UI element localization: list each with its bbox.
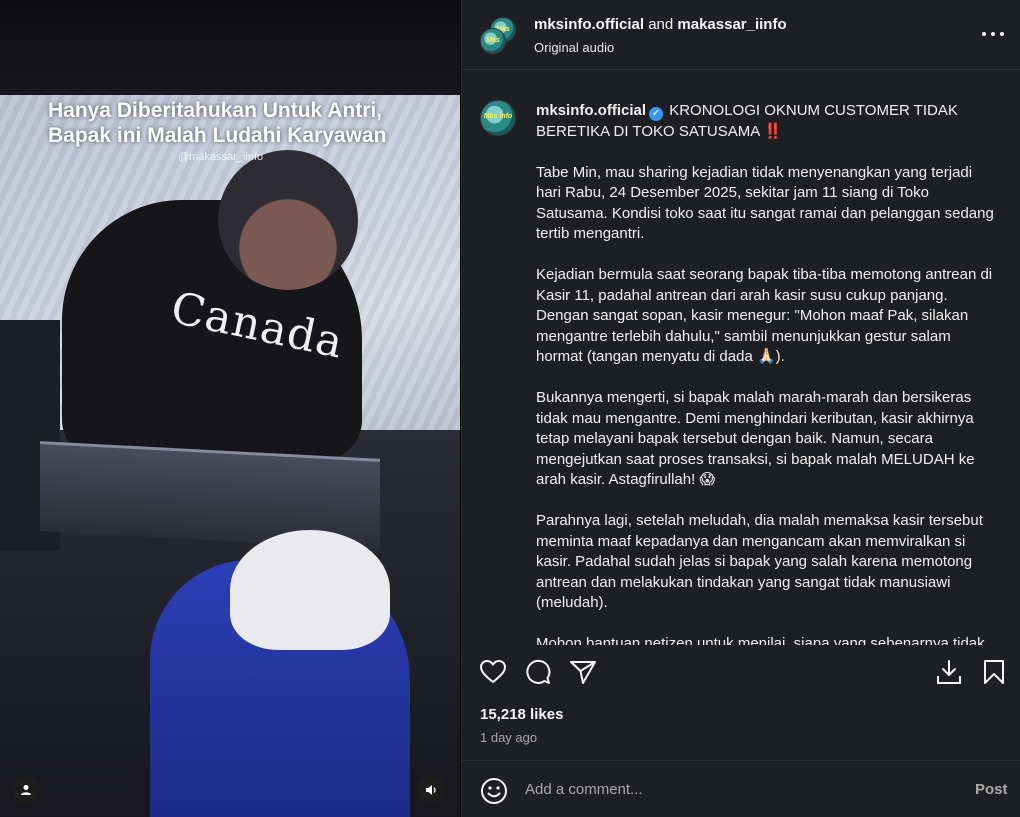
post-caption: mksinfo.official ✓ KRONOLOGI OKNUM CUSTOM…	[536, 101, 998, 645]
emoji-button[interactable]	[480, 777, 508, 805]
caption-paragraph: Parahnya lagi, setelah meludah, dia mala…	[536, 512, 983, 611]
original-audio-link[interactable]: Original audio	[534, 40, 614, 55]
download-button[interactable]	[935, 658, 963, 686]
video-caption: Hanya Diberitahukan Untuk Antri, Bapak i…	[48, 99, 387, 147]
tagged-users-button[interactable]	[12, 776, 40, 804]
speaker-icon	[426, 785, 436, 795]
more-options-button[interactable]	[982, 24, 1004, 44]
caption-username[interactable]: mksinfo.official	[536, 102, 646, 119]
header-connector: and	[648, 16, 674, 33]
caption-paragraph: Kejadian bermula saat seorang bapak tiba…	[536, 266, 993, 365]
video-watermark: @makassar_iinfo	[178, 151, 264, 163]
post-side-panel: Mks Mks mksinfo.official and makassar_ii…	[461, 0, 1020, 817]
caption-paragraph: Mohon bantuan netizen untuk menilai, sia…	[536, 635, 985, 645]
mute-toggle-button[interactable]	[417, 776, 445, 804]
comment-input[interactable]: Add a comment...	[525, 781, 643, 798]
bookmark-icon	[984, 660, 1004, 684]
share-icon	[570, 661, 596, 684]
comment-bar: Add a comment... Post	[462, 760, 1020, 817]
caption-headline: mksinfo.official ✓ KRONOLOGI OKNUM CUSTOM…	[536, 101, 998, 142]
post-header: Mks Mks mksinfo.official and makassar_ii…	[462, 0, 1020, 70]
comment-icon	[526, 659, 551, 684]
share-button[interactable]	[569, 658, 597, 686]
emoji-icon	[481, 778, 507, 804]
heart-icon	[480, 660, 506, 683]
video-customer-head	[218, 150, 358, 290]
post-comment-button[interactable]: Post	[975, 781, 1008, 798]
verified-badge-icon: ✓	[649, 107, 664, 121]
action-bar	[462, 646, 1020, 698]
save-button[interactable]	[980, 658, 1008, 686]
caption-paragraph: Bukannya mengerti, si bapak malah marah-…	[536, 389, 975, 488]
caption-paragraph: Tabe Min, mau sharing kejadian tidak men…	[536, 163, 994, 243]
comment-button[interactable]	[524, 658, 552, 686]
header-username-1[interactable]: mksinfo.official	[534, 16, 644, 33]
post-caption-area: Mks info mksinfo.official ✓ KRONOLOGI OKN…	[462, 71, 1020, 645]
user-icon	[21, 785, 31, 795]
post-author-avatar[interactable]: Mks info	[480, 100, 516, 136]
reel-video[interactable]: Canada Hanya Diberitahukan Untuk Antri, …	[0, 0, 460, 817]
post-timestamp[interactable]: 1 day ago	[480, 730, 537, 745]
likes-count[interactable]: 15,218 likes	[480, 706, 563, 723]
video-top-band	[0, 0, 460, 98]
like-button[interactable]	[479, 658, 507, 686]
collab-avatar-primary[interactable]: Mks	[480, 28, 506, 54]
video-cashier-hijab	[230, 530, 390, 650]
more-horizontal-icon	[982, 32, 986, 36]
collab-names: mksinfo.official and makassar_iinfo	[534, 16, 787, 33]
download-icon	[937, 660, 961, 684]
header-username-2[interactable]: makassar_iinfo	[677, 16, 786, 33]
double-exclamation-icon: ‼️	[763, 122, 783, 140]
